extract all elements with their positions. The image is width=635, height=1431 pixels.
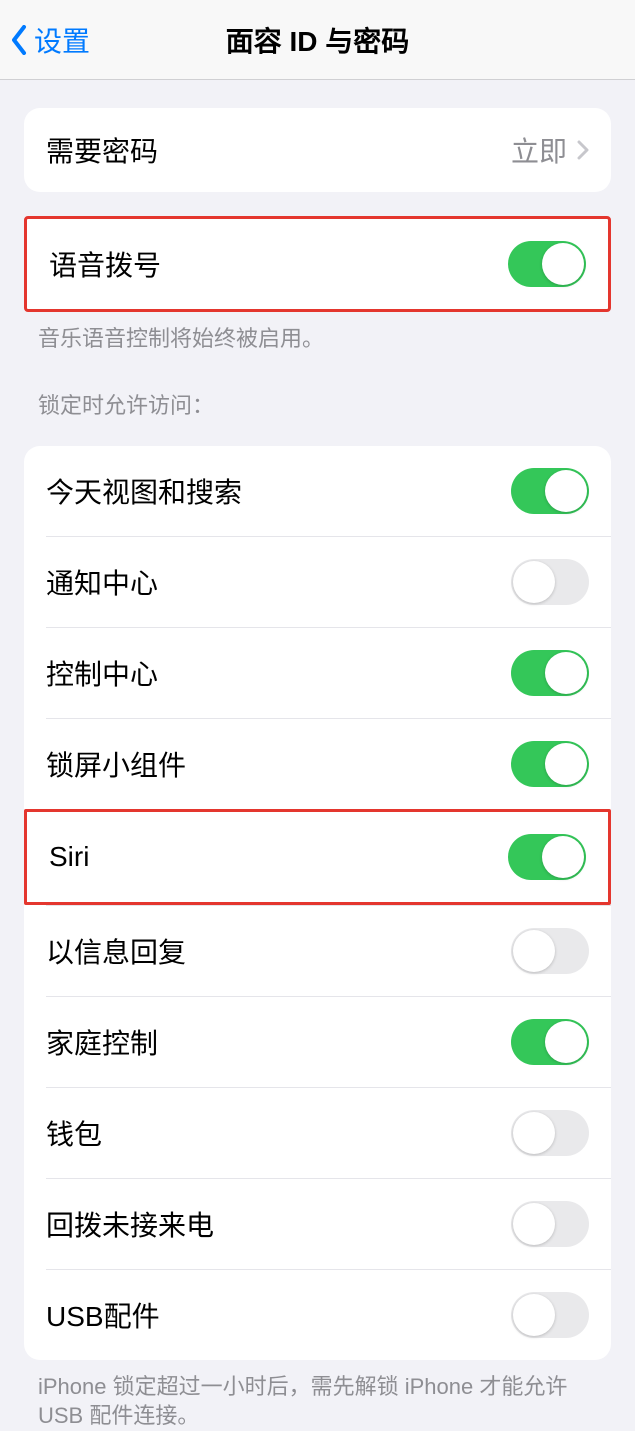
locked-access-label: USB配件 (46, 1295, 160, 1335)
locked-access-row: 通知中心 (46, 536, 611, 627)
voice-dial-row: 语音拨号 (27, 219, 608, 309)
navbar: 设置 面容 ID 与密码 (0, 0, 635, 80)
locked-access-group: 今天视图和搜索通知中心控制中心锁屏小组件 Siri 以信息回复家庭控制钱包回拨未接来… (24, 446, 611, 1360)
locked-access-label: 通知中心 (46, 562, 158, 602)
locked-access-footer: iPhone 锁定超过一小时后，需先解锁 iPhone 才能允许 USB 配件连… (0, 1360, 635, 1431)
locked-access-toggle[interactable] (511, 1292, 589, 1338)
back-button[interactable]: 设置 (0, 20, 90, 60)
chevron-right-icon (577, 140, 589, 160)
locked-access-toggle[interactable] (511, 928, 589, 974)
locked-access-label: 今天视图和搜索 (46, 471, 242, 511)
locked-access-label: 回拨未接来电 (46, 1204, 214, 1244)
locked-access-label: 家庭控制 (46, 1022, 158, 1062)
require-passcode-value: 立即 (511, 130, 567, 170)
locked-access-header: 锁定时允许访问： (0, 354, 635, 422)
locked-access-label: 钱包 (46, 1113, 102, 1153)
locked-access-row: 钱包 (46, 1087, 611, 1178)
locked-access-row: 今天视图和搜索 (24, 446, 611, 536)
require-passcode-label: 需要密码 (46, 130, 158, 170)
locked-access-row: Siri (24, 809, 611, 905)
locked-access-row: 家庭控制 (46, 996, 611, 1087)
locked-access-toggle[interactable] (511, 468, 589, 514)
locked-access-row: 锁屏小组件 (46, 718, 611, 809)
require-passcode-row[interactable]: 需要密码 立即 (24, 108, 611, 192)
voice-dial-footer: 音乐语音控制将始终被启用。 (0, 312, 635, 354)
locked-access-label: 锁屏小组件 (46, 744, 186, 784)
page-title: 面容 ID 与密码 (226, 20, 410, 60)
back-label: 设置 (34, 20, 90, 60)
locked-access-row: USB配件 (46, 1269, 611, 1360)
require-passcode-group: 需要密码 立即 (24, 108, 611, 192)
locked-access-row: 控制中心 (46, 627, 611, 718)
locked-access-label: 控制中心 (46, 653, 158, 693)
locked-access-toggle[interactable] (511, 650, 589, 696)
locked-access-toggle[interactable] (511, 1110, 589, 1156)
locked-access-toggle[interactable] (511, 1201, 589, 1247)
locked-access-toggle[interactable] (508, 834, 586, 880)
locked-access-row: 以信息回复 (46, 905, 611, 996)
locked-access-toggle[interactable] (511, 1019, 589, 1065)
locked-access-row: 回拨未接来电 (46, 1178, 611, 1269)
voice-dial-group: 语音拨号 (24, 216, 611, 312)
chevron-left-icon (10, 25, 28, 55)
locked-access-toggle[interactable] (511, 741, 589, 787)
locked-access-toggle[interactable] (511, 559, 589, 605)
locked-access-label: Siri (49, 841, 89, 873)
voice-dial-label: 语音拨号 (49, 244, 161, 284)
voice-dial-toggle[interactable] (508, 241, 586, 287)
locked-access-label: 以信息回复 (46, 931, 186, 971)
